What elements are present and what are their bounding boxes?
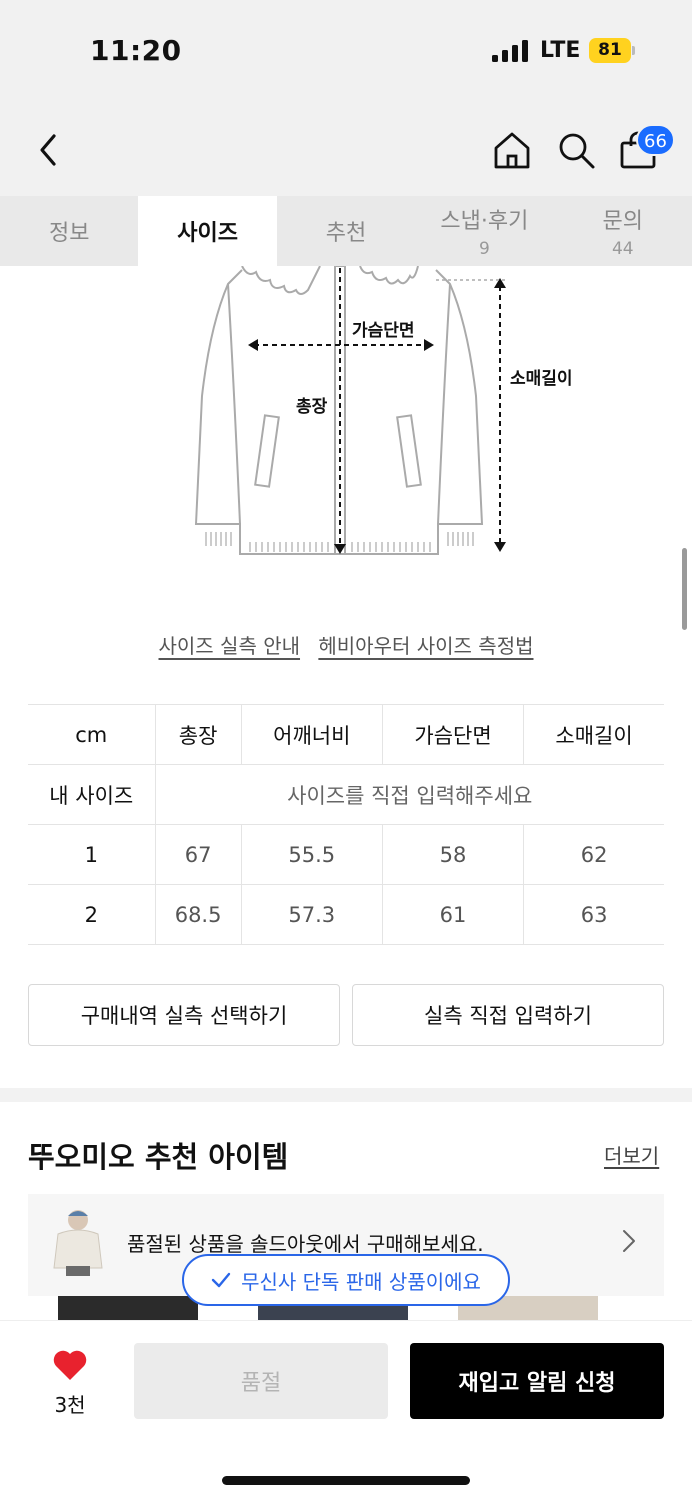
size-table: cm 총장 어깨너비 가슴단면 소매길이 내 사이즈 사이즈를 직접 입력해주세… bbox=[28, 704, 664, 945]
tab-inquiry[interactable]: 문의 44 bbox=[554, 196, 692, 266]
status-time: 11:20 bbox=[90, 34, 182, 67]
table-cell: 2 bbox=[28, 884, 155, 945]
scrollbar[interactable] bbox=[682, 548, 687, 630]
select-purchase-size-button[interactable]: 구매내역 실측 선택하기 bbox=[28, 984, 340, 1046]
tab-label: 추천 bbox=[325, 221, 367, 246]
search-icon[interactable] bbox=[556, 130, 596, 170]
tab-label: 스냅·후기 bbox=[440, 209, 529, 234]
recommend-section-title: 뚜오미오 추천 아이템 bbox=[28, 1140, 289, 1174]
signal-icon bbox=[492, 40, 528, 62]
table-cell: 67 bbox=[154, 824, 242, 885]
tab-count: 44 bbox=[611, 239, 634, 259]
table-cell: 57.3 bbox=[240, 884, 383, 945]
bottom-action-bar: 3천 품절 재입고 알림 신청 bbox=[0, 1320, 692, 1500]
table-row: 2 68.5 57.3 61 63 bbox=[28, 884, 664, 945]
chevron-right-icon bbox=[623, 1230, 635, 1252]
measure-method-link[interactable]: 헤비아우터 사이즈 측정법 bbox=[318, 634, 533, 658]
table-cell: 55.5 bbox=[240, 824, 383, 885]
exclusive-sale-badge[interactable]: 무신사 단독 판매 상품이에요 bbox=[182, 1254, 510, 1306]
home-indicator bbox=[222, 1476, 470, 1485]
table-header: 소매길이 bbox=[523, 704, 664, 765]
cart-count-badge: 66 bbox=[636, 124, 675, 156]
table-cell: 1 bbox=[28, 824, 155, 885]
tab-label: 사이즈 bbox=[177, 221, 238, 246]
check-icon bbox=[211, 1272, 231, 1288]
size-action-buttons: 구매내역 실측 선택하기 실측 직접 입력하기 bbox=[28, 984, 664, 1046]
table-cell: 68.5 bbox=[154, 884, 242, 945]
battery-level: 81 bbox=[598, 40, 622, 60]
tab-snap-review[interactable]: 스냅·후기 9 bbox=[415, 196, 553, 266]
tab-count: 9 bbox=[478, 239, 490, 259]
heart-icon[interactable] bbox=[52, 1349, 88, 1381]
section-divider bbox=[0, 1088, 692, 1102]
back-arrow-icon[interactable] bbox=[34, 130, 66, 170]
top-nav: 66 bbox=[0, 100, 692, 196]
table-header: cm bbox=[28, 704, 155, 765]
table-cell: 58 bbox=[381, 824, 524, 885]
table-header: 가슴단면 bbox=[381, 704, 524, 765]
my-size-row[interactable]: 내 사이즈 사이즈를 직접 입력해주세요 bbox=[28, 764, 664, 825]
status-bar: 11:20 LTE 81 bbox=[0, 0, 692, 100]
diagram-label-length: 총장 bbox=[296, 397, 328, 417]
table-header: 어깨너비 bbox=[240, 704, 383, 765]
diagram-label-chest: 가슴단면 bbox=[352, 321, 415, 341]
table-cell: 61 bbox=[381, 884, 524, 945]
product-tabs: 정보 사이즈 추천 스냅·후기 9 문의 44 bbox=[0, 196, 692, 266]
soldout-message: 품절된 상품을 솔드아웃에서 구매해보세요. bbox=[127, 1232, 484, 1256]
my-size-input-hint[interactable]: 사이즈를 직접 입력해주세요 bbox=[154, 764, 664, 825]
table-row: 1 67 55.5 58 62 bbox=[28, 824, 664, 885]
manual-size-input-button[interactable]: 실측 직접 입력하기 bbox=[352, 984, 664, 1046]
size-guide-links: 사이즈 실측 안내 헤비아우터 사이즈 측정법 bbox=[0, 630, 692, 659]
soldout-button: 품절 bbox=[134, 1343, 388, 1419]
my-size-label: 내 사이즈 bbox=[28, 764, 155, 825]
battery-icon: 81 bbox=[589, 38, 635, 63]
home-icon[interactable] bbox=[492, 130, 532, 170]
exclusive-sale-text: 무신사 단독 판매 상품이에요 bbox=[241, 1269, 481, 1294]
jacket-size-diagram bbox=[194, 266, 506, 555]
restock-alert-button[interactable]: 재입고 알림 신청 bbox=[410, 1343, 664, 1419]
size-guide-link[interactable]: 사이즈 실측 안내 bbox=[159, 634, 301, 658]
tab-info[interactable]: 정보 bbox=[0, 196, 138, 266]
tab-label: 문의 bbox=[602, 209, 643, 234]
more-link[interactable]: 더보기 bbox=[604, 1140, 659, 1169]
tab-recommend[interactable]: 추천 bbox=[277, 196, 415, 266]
product-thumbnail bbox=[53, 1210, 103, 1276]
table-header-row: cm 총장 어깨너비 가슴단면 소매길이 bbox=[28, 704, 664, 765]
table-header: 총장 bbox=[154, 704, 242, 765]
table-cell: 63 bbox=[523, 884, 664, 945]
table-cell: 62 bbox=[523, 824, 664, 885]
diagram-label-sleeve: 소매길이 bbox=[510, 369, 573, 389]
tab-label: 정보 bbox=[48, 221, 90, 246]
like-count: 3천 bbox=[54, 1393, 86, 1417]
network-type: LTE bbox=[540, 38, 581, 63]
tab-size[interactable]: 사이즈 bbox=[138, 196, 277, 266]
